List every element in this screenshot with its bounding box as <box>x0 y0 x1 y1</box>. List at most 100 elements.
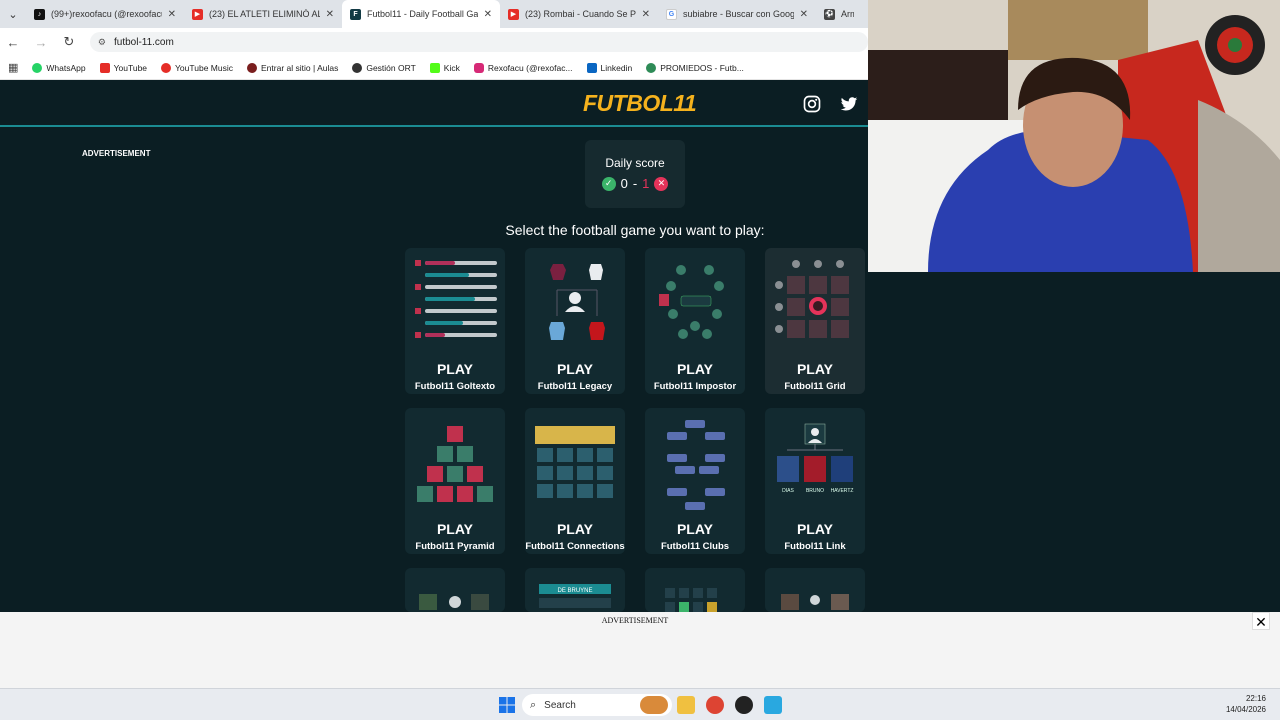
tab-3-active[interactable]: F Futbol11 - Daily Football Game ✕ <box>342 0 500 28</box>
graduation-cap-icon <box>247 62 257 73</box>
game-card-grid[interactable]: PLAY Futbol11 Grid <box>765 248 865 394</box>
game-card-row3-2[interactable]: DE BRUYNE <box>525 568 625 612</box>
connections-art-text: DE BRUYNE <box>557 588 592 594</box>
obs-icon[interactable] <box>735 696 753 714</box>
app-icon[interactable] <box>764 696 782 714</box>
tab-4[interactable]: ▶ (23) Rombai - Cuando Se Pone ✕ <box>500 0 658 28</box>
linkedin-icon <box>586 62 597 73</box>
bookmark-linkedin[interactable]: Linkedin <box>586 62 632 73</box>
forward-icon[interactable]: → <box>34 35 48 50</box>
windows-taskbar: ⌕ Search 22:16 14/04/2026 <box>0 688 1280 720</box>
bookmark-aulas[interactable]: Entrar al sitio | Aulas <box>247 62 339 73</box>
twitter-icon[interactable] <box>840 95 858 113</box>
daily-score-panel: Daily score ✓ 0 - 1 ✕ <box>585 140 685 208</box>
game-preview-image <box>419 594 489 610</box>
bookmark-label: PROMIEDOS - Futb... <box>660 62 744 73</box>
webcam-overlay <box>868 0 1280 272</box>
play-label: PLAY <box>436 361 474 377</box>
close-ad-button[interactable]: ✕ <box>1252 612 1270 630</box>
bookmark-instagram[interactable]: Rexofacu (@rexofac... <box>473 62 573 73</box>
chrome-icon[interactable] <box>706 696 724 714</box>
bookmark-gestion-ort[interactable]: Gestión ORT <box>352 62 416 73</box>
kick-icon <box>429 62 440 73</box>
game-card-goltexto[interactable]: PLAY Futbol11 Goltexto <box>405 248 505 394</box>
tab-search-icon[interactable]: ⌄ <box>0 0 26 28</box>
screen: { "browser": { "tabs": [ {"title": "(99+… <box>0 0 1280 720</box>
system-clock[interactable]: 22:16 14/04/2026 <box>1226 693 1266 715</box>
tab-title: (99+)rexoofacu (@rexoofacu) | <box>51 9 162 19</box>
url-field[interactable]: ⚙ futbol-11.com <box>89 32 869 52</box>
whatsapp-icon <box>32 62 43 73</box>
tiktok-icon: ♪ <box>34 8 45 20</box>
close-tab-icon[interactable]: ✕ <box>484 9 492 20</box>
tab-5[interactable]: Gsubiabre - Buscar con Google ✕ <box>658 0 816 28</box>
tab-title: subiabre - Buscar con Google <box>683 9 794 19</box>
bookmark-label: Gestión ORT <box>366 62 416 73</box>
game-card-row3-4[interactable] <box>765 568 865 612</box>
bookmark-whatsapp[interactable]: WhatsApp <box>32 62 86 73</box>
url-text: futbol-11.com <box>113 36 174 48</box>
windows-start-icon[interactable] <box>498 696 516 714</box>
tab-6[interactable]: ⚽ Armá tu <box>816 0 862 28</box>
tab-title: (23) Rombai - Cuando Se Pone <box>525 9 636 19</box>
search-highlight-icon[interactable] <box>640 696 668 714</box>
impostor-preview-image <box>659 265 724 339</box>
apps-icon[interactable]: ▦ <box>8 61 18 74</box>
bookmark-promiedos[interactable]: PROMIEDOS - Futb... <box>646 62 744 73</box>
back-icon[interactable]: ← <box>6 35 20 50</box>
game-card-connections[interactable]: PLAY Futbol11 Connections <box>525 408 625 554</box>
close-tab-icon[interactable]: ✕ <box>800 9 808 20</box>
youtube-icon: ▶ <box>192 8 203 20</box>
globe-icon <box>352 62 363 73</box>
goltexto-preview-image <box>415 260 497 338</box>
play-label: PLAY <box>556 361 594 377</box>
clock-time: 22:16 <box>1245 694 1266 703</box>
ball-icon: ⚽ <box>824 8 835 20</box>
futbol11-page: FUTBOL11 ADVERTISEMENT Daily score ✓ 0 -… <box>0 80 868 612</box>
tab-title: Armá tu <box>841 9 854 19</box>
link-label-3: HAVERTZ <box>831 488 854 494</box>
pyramid-preview-image <box>417 426 493 502</box>
tab-1[interactable]: ♪ (99+)rexoofacu (@rexoofacu) | ✕ <box>26 0 184 28</box>
play-label: PLAY <box>676 521 714 537</box>
game-card-impostor[interactable]: PLAY Futbol11 Impostor <box>645 248 745 394</box>
game-card-row3-3[interactable] <box>645 568 745 612</box>
tab-title: (23) EL ATLETI ELIMINÓ AL BAR <box>209 9 320 19</box>
play-label: PLAY <box>796 521 834 537</box>
close-tab-icon[interactable]: ✕ <box>168 9 176 20</box>
youtube-icon: ▶ <box>508 8 519 20</box>
close-tab-icon[interactable]: ✕ <box>642 9 650 20</box>
game-card-row3-1[interactable] <box>405 568 505 612</box>
score-losses: 1 <box>642 176 650 191</box>
tab-2[interactable]: ▶ (23) EL ATLETI ELIMINÓ AL BAR ✕ <box>184 0 342 28</box>
game-card-legacy[interactable]: PLAY Futbol11 Legacy <box>525 248 625 394</box>
grid-preview-image <box>775 260 849 338</box>
bookmark-youtube[interactable]: YouTube <box>99 62 147 73</box>
bookmark-label: WhatsApp <box>46 62 86 73</box>
game-name: Futbol11 Grid <box>784 381 846 392</box>
bottom-advertisement: ADVERTISEMENT ✕ <box>0 612 1280 688</box>
site-header: FUTBOL11 <box>0 80 868 127</box>
reload-icon[interactable]: ↻ <box>62 34 76 50</box>
game-name: Futbol11 Connections <box>525 541 625 552</box>
file-explorer-icon[interactable] <box>677 696 695 714</box>
site-info-icon[interactable]: ⚙ <box>98 37 106 48</box>
search-icon: ⌕ <box>530 698 537 711</box>
game-name: Futbol11 Clubs <box>660 541 730 552</box>
tab-title: Futbol11 - Daily Football Game <box>367 9 478 19</box>
play-label: PLAY <box>436 521 474 537</box>
promiedos-icon <box>646 62 657 73</box>
search-placeholder: Search <box>544 699 576 711</box>
bookmark-label: Entrar al sitio | Aulas <box>261 62 339 73</box>
instagram-icon[interactable] <box>803 95 821 113</box>
game-card-link[interactable]: DIAS BRUNO HAVERTZ PLAY Futbol11 Link <box>765 408 865 554</box>
link-preview-image: DIAS BRUNO HAVERTZ <box>777 423 854 494</box>
close-tab-icon[interactable]: ✕ <box>326 9 334 20</box>
game-card-clubs[interactable]: PLAY Futbol11 Clubs <box>645 408 745 554</box>
site-logo[interactable]: FUTBOL11 <box>583 90 697 117</box>
youtube-music-icon <box>161 62 172 73</box>
game-card-pyramid[interactable]: PLAY Futbol11 Pyramid <box>405 408 505 554</box>
game-preview-image <box>781 594 849 610</box>
bookmark-youtube-music[interactable]: YouTube Music <box>161 62 233 73</box>
bookmark-kick[interactable]: Kick <box>429 62 460 73</box>
